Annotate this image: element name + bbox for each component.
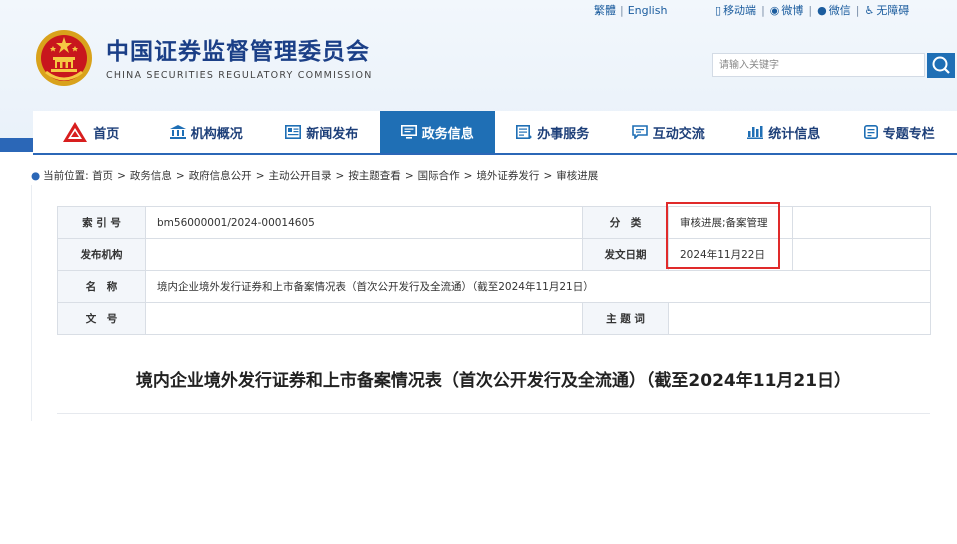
empty-cell <box>792 206 931 239</box>
name-label: 名 称 <box>57 270 146 303</box>
breadcrumb: ● 当前位置: 首页 > 政务信息 > 政府信息公开 > 主动公开目录 > 按主题查看 > 国际合作 >… <box>31 168 598 183</box>
breadcrumb-link[interactable]: 境外证券发行 <box>476 170 539 182</box>
index-value: bm56000001/2024-00014605 <box>145 206 583 239</box>
mobile-label: 移动端 <box>723 4 757 17</box>
table-row: 索 引 号 bm56000001/2024-00014605 分 类 审核进展;… <box>57 206 931 239</box>
nav-label: 办事服务 <box>537 126 590 142</box>
title-divider <box>57 413 930 414</box>
index-label: 索 引 号 <box>57 206 146 239</box>
nav-label: 互动交流 <box>652 126 705 142</box>
chat-icon <box>631 125 648 139</box>
docno-value <box>145 302 583 335</box>
accessible-label: 无障碍 <box>876 4 910 17</box>
publisher-value <box>145 238 583 271</box>
search-button[interactable] <box>927 53 955 78</box>
weibo-link[interactable]: ◉ 微博 <box>770 4 804 17</box>
document-metadata-table: 索 引 号 bm56000001/2024-00014605 分 类 审核进展;… <box>57 206 931 335</box>
location-pin-icon: ● <box>31 170 41 182</box>
wechat-link[interactable]: ● 微信 <box>817 4 851 17</box>
site-title-en: CHINA SECURITIES REGULATORY COMMISSION <box>106 70 373 81</box>
main-nav: 首页 机构概况 新闻发布 政务信息 办事服务 互动交流 统计信息 专题专栏 <box>33 111 957 155</box>
breadcrumb-link[interactable]: 按主题查看 <box>348 170 401 182</box>
subject-value <box>668 302 931 335</box>
breadcrumb-link[interactable]: 首页 <box>92 170 113 182</box>
name-value: 境内企业境外发行证券和上市备案情况表（首次公开发行及全流通）（截至2024年11… <box>145 270 931 303</box>
separator: | <box>620 4 624 17</box>
document-title: 境内企业境外发行证券和上市备案情况表（首次公开发行及全流通）（截至2024年11… <box>135 371 852 391</box>
building-icon <box>169 125 186 139</box>
nav-item-news[interactable]: 新闻发布 <box>264 111 380 153</box>
separator: | <box>855 4 860 17</box>
accessible-link[interactable]: ♿ 无障碍 <box>864 4 909 17</box>
service-icon <box>516 125 532 139</box>
mobile-icon: ▯ <box>715 4 722 17</box>
breadcrumb-separator: > <box>175 170 185 182</box>
breadcrumb-separator: > <box>404 170 414 182</box>
subject-label: 主 题 词 <box>582 302 669 335</box>
nav-item-about[interactable]: 机构概况 <box>149 111 265 153</box>
nav-label: 首页 <box>93 126 120 142</box>
weibo-label: 微博 <box>781 4 804 17</box>
news-icon <box>285 125 302 139</box>
breadcrumb-link[interactable]: 国际合作 <box>418 170 460 182</box>
breadcrumb-prefix: 当前位置: <box>43 170 89 182</box>
breadcrumb-link[interactable]: 审核进展 <box>556 170 598 182</box>
nav-item-special-topics[interactable]: 专题专栏 <box>842 111 957 153</box>
empty-cell <box>792 238 931 271</box>
breadcrumb-separator: > <box>117 170 126 182</box>
nav-label: 统计信息 <box>768 126 821 142</box>
search-bar <box>712 53 955 79</box>
logo-mark-icon <box>62 121 88 143</box>
english-link[interactable]: English <box>628 4 668 17</box>
accessibility-icon: ♿ <box>864 4 875 17</box>
annotation-highlight-box <box>666 202 780 269</box>
content-panel-edge <box>31 185 32 421</box>
publisher-label: 发布机构 <box>57 238 146 271</box>
site-title-cn[interactable]: 中国证券监督管理委员会 <box>106 32 370 66</box>
separator: | <box>808 4 813 17</box>
nav-item-government-info[interactable]: 政务信息 <box>379 111 495 153</box>
table-row: 名 称 境内企业境外发行证券和上市备案情况表（首次公开发行及全流通）（截至202… <box>57 270 931 303</box>
weibo-icon: ◉ <box>769 4 780 17</box>
breadcrumb-link[interactable]: 主动公开目录 <box>269 170 332 182</box>
wechat-icon: ● <box>817 4 827 17</box>
nav-item-statistics[interactable]: 统计信息 <box>726 111 842 153</box>
breadcrumb-separator: > <box>255 170 265 182</box>
nav-label: 专题专栏 <box>882 126 935 142</box>
national-emblem-icon[interactable] <box>34 28 94 88</box>
document-icon <box>863 125 878 139</box>
nav-label: 政务信息 <box>421 126 474 142</box>
breadcrumb-link[interactable]: 政务信息 <box>130 170 172 182</box>
wechat-label: 微信 <box>828 4 851 17</box>
monitor-icon <box>400 125 417 139</box>
search-input[interactable] <box>712 53 925 77</box>
utility-links: ▯ 移动端 | ◉ 微博 | ● 微信 | ♿ 无障碍 <box>715 2 909 18</box>
separator: | <box>761 4 765 17</box>
search-icon <box>932 56 950 74</box>
nav-item-interaction[interactable]: 互动交流 <box>611 111 727 153</box>
language-links: 繁體 | English <box>594 2 667 18</box>
docno-label: 文 号 <box>57 302 146 335</box>
table-row: 发布机构 发文日期 2024年11月22日 <box>57 238 931 271</box>
table-row: 文 号 主 题 词 <box>57 302 931 335</box>
nav-item-services[interactable]: 办事服务 <box>495 111 611 153</box>
bar-chart-icon <box>747 125 764 139</box>
nav-item-home[interactable]: 首页 <box>33 111 149 153</box>
breadcrumb-separator: > <box>463 170 473 182</box>
category-label: 分 类 <box>582 206 669 239</box>
mobile-link[interactable]: ▯ 移动端 <box>715 4 756 17</box>
nav-label: 机构概况 <box>190 126 243 142</box>
breadcrumb-separator: > <box>335 170 345 182</box>
date-label: 发文日期 <box>582 238 669 271</box>
nav-label: 新闻发布 <box>306 126 359 142</box>
breadcrumb-link[interactable]: 政府信息公开 <box>189 170 252 182</box>
breadcrumb-separator: > <box>543 170 553 182</box>
traditional-chinese-link[interactable]: 繁體 <box>594 4 616 17</box>
